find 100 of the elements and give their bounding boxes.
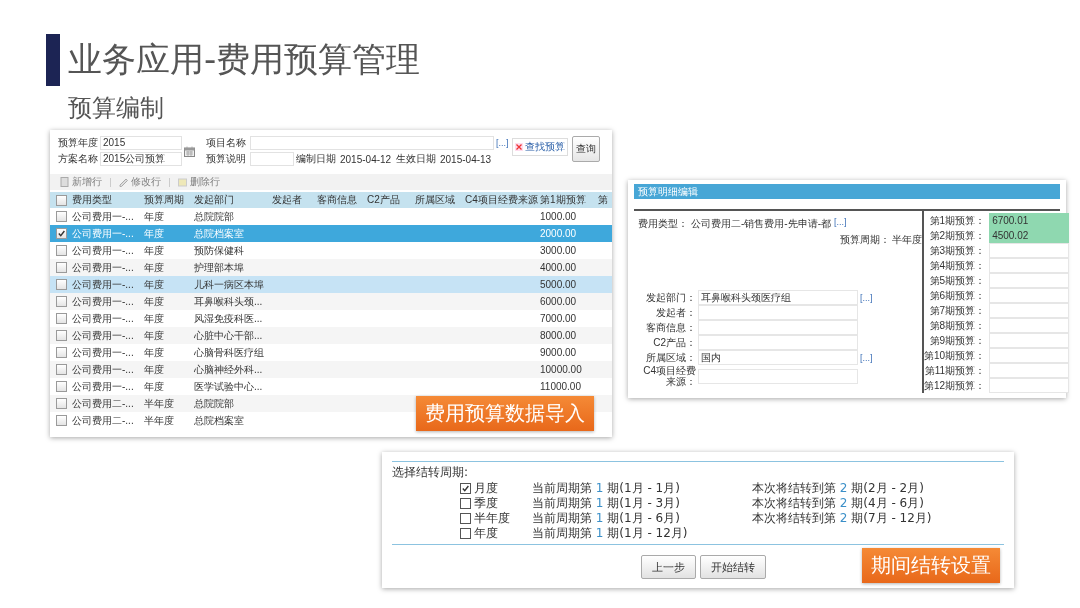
note-field[interactable] [250,152,294,166]
calendar-icon[interactable] [184,145,195,157]
checkbox[interactable] [460,528,471,539]
date-value: 2015-04-12 [340,153,393,165]
checkbox[interactable] [56,364,67,376]
field-label: 第12期预算： [924,378,986,393]
input-field[interactable]: 4500.02 [989,228,1070,243]
checkbox[interactable] [56,347,67,359]
checkbox[interactable] [56,296,67,308]
input-field[interactable] [698,305,858,320]
field-label: 所属区域： [645,352,696,363]
table-cell[interactable]: 公司费用一-... [70,293,142,310]
column-header: 预算周期 [142,192,192,208]
table-cell: 儿科一病区本埠 [192,276,270,293]
input-field[interactable] [989,378,1070,393]
period-text: 本次将结转到第 2 期(7月 - 12月) [752,510,933,527]
field-label: 费用类型： [638,217,688,231]
input-field[interactable] [989,258,1070,273]
field-label: 第7期预算： [928,303,986,318]
checkbox[interactable] [56,398,67,410]
input-field[interactable] [698,368,858,384]
checkbox[interactable] [460,483,471,494]
input-field[interactable] [698,335,858,350]
period-text: 本次将结转到第 2 期(4月 - 6月) [752,495,925,512]
input-field[interactable] [989,288,1070,303]
table-cell[interactable]: 公司费用一-... [70,310,142,327]
period-text: 当前周期第 1 期(1月 - 1月) [532,480,681,497]
close-icon [515,143,523,151]
column-header: C4项目经费来源 [463,192,538,208]
column-header: 第 [596,192,612,208]
input-field[interactable] [989,318,1070,333]
column-header: 发起者 [270,192,315,208]
table-cell: 心脑骨科医疗组 [192,344,270,361]
input-field[interactable] [989,333,1070,348]
input-field[interactable]: 国内 [698,350,858,365]
option-label: 月度 [474,480,498,497]
checkbox[interactable] [56,194,67,206]
option-label: 年度 [474,525,498,542]
input-field[interactable] [989,243,1070,258]
title-bar [46,34,60,86]
table-cell: 年度 [142,225,192,242]
checkbox[interactable] [56,262,67,274]
find-budget-button[interactable]: 查找预算 [512,138,568,156]
checkbox[interactable] [460,513,471,524]
checkbox[interactable] [460,498,471,509]
input-field[interactable] [698,320,858,335]
table-cell[interactable]: 公司费用一-... [70,208,142,225]
table-cell[interactable]: 公司费用二-... [70,412,142,429]
field-label: 第2期预算： [928,228,986,243]
table-cell[interactable]: 公司费用一-... [70,361,142,378]
more-link[interactable]: [...] [834,217,847,227]
checkbox[interactable] [56,211,67,223]
table-cell: 8000.00 [538,327,596,344]
table-cell: 心脏中心干部... [192,327,270,344]
plan-field[interactable]: 2015公司预算 [100,152,182,166]
input-field[interactable] [989,303,1070,318]
table-cell: 预防保健科 [192,242,270,259]
table-cell[interactable]: 公司费用一-... [70,344,142,361]
table-cell: 10000.00 [538,361,596,378]
dialog-button[interactable]: 开始结转 [700,555,766,579]
input-field[interactable]: 6700.01 [989,213,1070,228]
year-field[interactable]: 2015 [100,136,182,150]
more-link[interactable]: [...] [860,352,880,363]
table-cell: 5000.00 [538,276,596,293]
field-label: 发起部门： [645,292,696,303]
dialog-button[interactable]: 上一步 [641,555,696,579]
table-cell: 总院院部 [192,208,270,225]
table-cell[interactable]: 公司费用二-... [70,395,142,412]
checkbox[interactable] [56,228,67,240]
more-link[interactable]: [...] [860,292,880,303]
field-label: 第11期预算： [924,363,986,378]
caption-banner: 期间结转设置 [862,548,1000,583]
field-label: 预算周期： [840,233,890,247]
table-cell[interactable]: 公司费用一-... [70,242,142,259]
field-label: 编制日期 [296,152,337,166]
field-label: 方案名称 [58,152,98,166]
table-cell[interactable]: 公司费用一-... [70,259,142,276]
checkbox[interactable] [56,415,67,427]
table-cell[interactable]: 公司费用一-... [70,378,142,395]
panel-title-bar: 预算明细编辑 [634,184,1060,199]
checkbox[interactable] [56,245,67,257]
table-cell[interactable]: 公司费用一-... [70,276,142,293]
field-label: 第9期预算： [928,333,986,348]
input-field[interactable] [989,363,1070,378]
input-field[interactable]: 耳鼻喉科头颈医疗组 [698,290,858,305]
table-cell[interactable]: 公司费用一-... [70,327,142,344]
field-label: 第1期预算： [928,213,986,228]
checkbox[interactable] [56,279,67,291]
period-text: 当前周期第 1 期(1月 - 3月) [532,495,681,512]
project-field[interactable] [250,136,494,150]
table-cell: 医学试验中心... [192,378,270,395]
more-link[interactable]: [...] [496,138,510,148]
table-cell: 9000.00 [538,344,596,361]
checkbox[interactable] [56,330,67,342]
field-label: 第10期预算： [924,348,986,363]
query-button[interactable]: 查询 [572,136,600,162]
checkbox[interactable] [56,381,67,393]
input-field[interactable] [989,348,1070,363]
input-field[interactable] [989,273,1070,288]
checkbox[interactable] [56,313,67,325]
